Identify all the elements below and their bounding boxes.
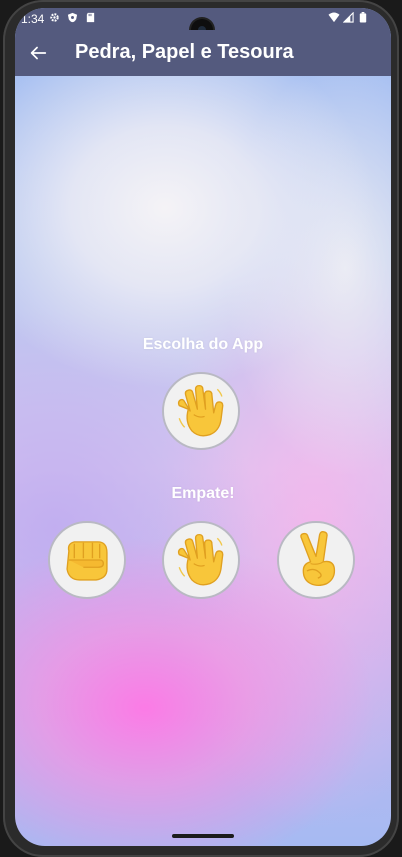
page-title: Pedra, Papel e Tesoura <box>75 41 294 63</box>
app-choice-label: Escolha do App <box>142 336 264 353</box>
screen: 1:34 Pedra, Papel e Tesoura Escolha do A… <box>15 8 391 846</box>
app-choice-display <box>162 372 240 450</box>
signal-icon <box>343 12 354 23</box>
result-text: Empate! <box>171 485 235 502</box>
raised-hand-icon <box>177 533 224 586</box>
back-arrow-icon[interactable] <box>27 42 49 64</box>
battery-icon <box>359 12 367 23</box>
raised-hand-icon <box>177 384 224 437</box>
victory-hand-icon <box>300 531 336 587</box>
device-frame: 1:34 Pedra, Papel e Tesoura Escolha do A… <box>3 0 399 857</box>
shield-icon <box>67 12 78 23</box>
option-pedra-button[interactable] <box>48 521 126 599</box>
settings-icon <box>50 13 59 22</box>
home-indicator[interactable] <box>172 834 234 838</box>
option-tesoura-button[interactable] <box>277 521 355 599</box>
app-bar: Pedra, Papel e Tesoura <box>15 30 391 76</box>
wifi-icon <box>328 12 340 23</box>
sd-card-icon <box>86 12 95 23</box>
status-time: 1:34 <box>21 12 45 26</box>
option-papel-button[interactable] <box>162 521 240 599</box>
fist-icon <box>66 541 108 581</box>
